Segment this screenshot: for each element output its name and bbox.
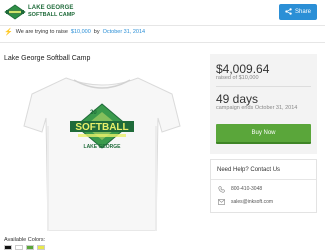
help-title: Need Help? Contact Us <box>217 167 281 173</box>
help-divider <box>211 179 316 180</box>
share-button[interactable]: Share <box>279 4 317 20</box>
softball-diamond-icon <box>4 4 26 20</box>
buy-now-button[interactable]: Buy Now <box>216 124 311 144</box>
share-label: Share <box>294 9 311 15</box>
help-email: sales@inksoft.com <box>231 199 274 205</box>
product-image[interactable]: 20 SOFTBALL LAKE GEORGE <box>4 66 201 232</box>
raise-date-link[interactable]: October 31, 2014 <box>103 29 146 35</box>
help-email-row[interactable]: sales@inksoft.com <box>218 199 273 205</box>
color-swatch[interactable] <box>15 245 23 250</box>
logo-line1: LAKE GEORGE <box>28 5 74 11</box>
help-phone: 800-410-3048 <box>231 186 263 192</box>
help-contact-box: Need Help? Contact Us 800-410-3048 sales… <box>210 159 317 213</box>
color-swatch[interactable] <box>4 245 12 250</box>
campaign-end-date: campaign ends October 31, 2014 <box>216 105 298 111</box>
shirt-bottom-text: LAKE GEORGE <box>84 144 122 150</box>
campaign-stats: $4,009.64 raised of $10,000 49 days camp… <box>210 54 317 154</box>
raise-by: by <box>93 29 100 35</box>
color-swatches <box>4 245 45 250</box>
raise-divider <box>0 42 325 43</box>
shirt-year-text: 20 <box>90 110 97 116</box>
header-divider <box>0 25 325 26</box>
raised-amount: $4,009.64 <box>216 62 270 76</box>
mail-icon <box>218 199 225 205</box>
color-swatch[interactable] <box>37 245 45 250</box>
lightning-icon: ⚡ <box>4 29 13 36</box>
available-colors-label: Available Colors: <box>4 237 46 243</box>
days-remaining: 49 days <box>216 92 259 106</box>
raise-prefix: We are trying to raise <box>15 29 68 35</box>
raise-goal-link[interactable]: $10,000 <box>71 29 91 35</box>
raised-of-goal: raised of $10,000 <box>216 75 259 81</box>
shirt-main-text: SOFTBALL <box>75 122 128 133</box>
stats-divider <box>216 86 311 87</box>
help-phone-row[interactable]: 800-410-3048 <box>218 186 263 193</box>
header: LAKE GEORGE SOFTBALL CAMP Share <box>0 0 325 25</box>
camp-logo[interactable]: LAKE GEORGE SOFTBALL CAMP <box>4 4 75 20</box>
share-icon <box>285 7 292 17</box>
phone-icon <box>218 186 225 193</box>
raise-goal-bar: ⚡ We are trying to raise $10,000 by Octo… <box>4 28 145 36</box>
logo-line2: SOFTBALL CAMP <box>28 12 75 18</box>
color-swatch[interactable] <box>26 245 34 250</box>
campaign-title: Lake George Softball Camp <box>4 55 91 62</box>
